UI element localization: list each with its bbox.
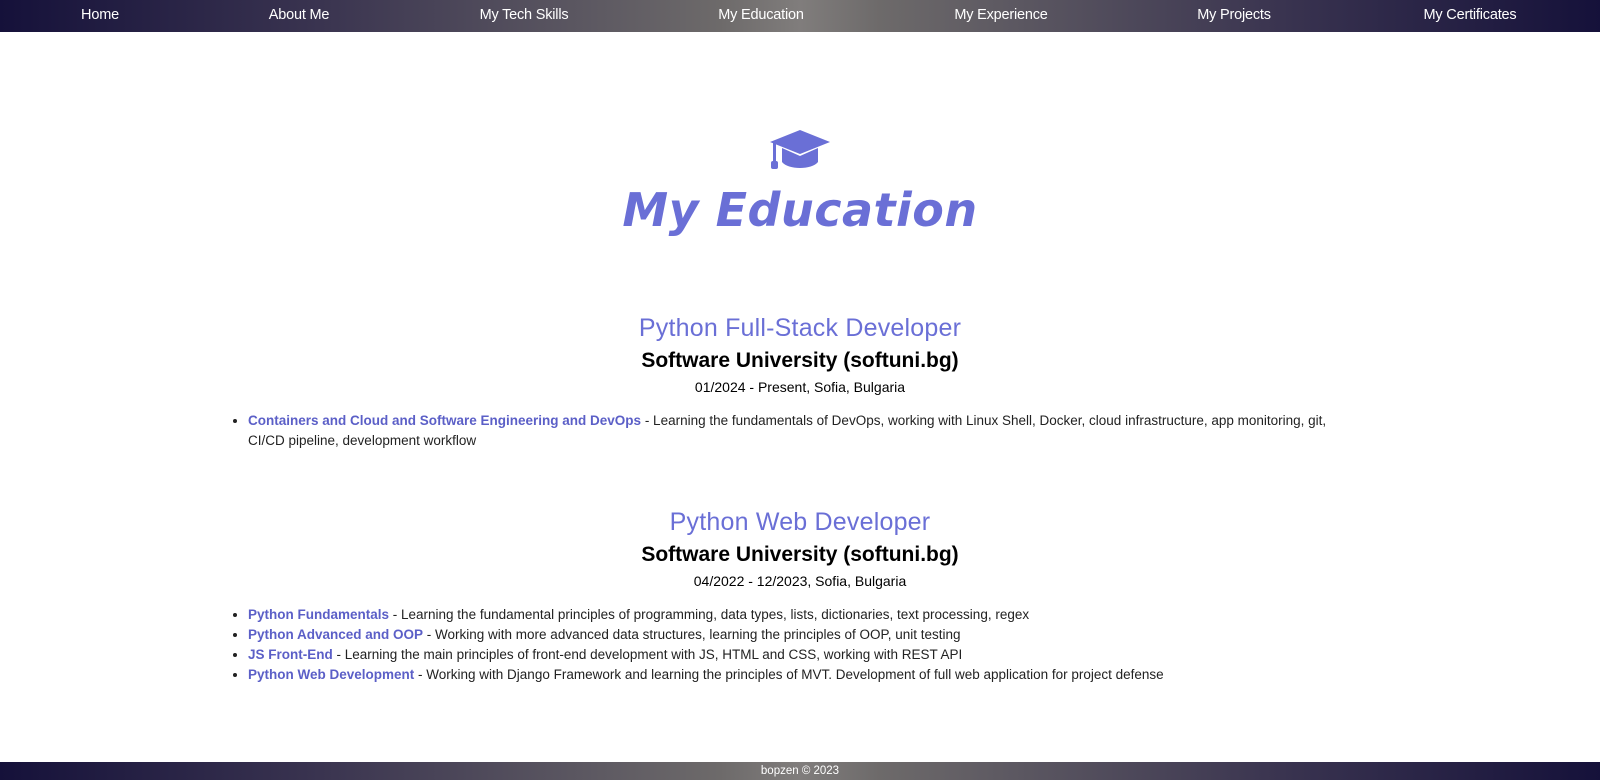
school-name: Software University (softuni.bg) [641, 349, 959, 372]
graduation-cap-icon [770, 130, 830, 169]
course-name: Python Fundamentals [248, 607, 390, 622]
course-description: - Working with Django Framework and lear… [414, 667, 1164, 682]
nav-certificates-link[interactable]: My Certificates [1424, 0, 1517, 32]
school-name: Software University (softuni.bg) [641, 543, 959, 566]
program-dates: 04/2022 - 12/2023, Sofia, Bulgaria [693, 573, 907, 589]
nav-tech-skills-link[interactable]: My Tech Skills [480, 0, 569, 32]
footer: bopzen © 2023 [0, 762, 1600, 780]
nav-about-me-link[interactable]: About Me [269, 0, 330, 32]
top-navbar: Home About Me My Tech Skills My Educatio… [0, 0, 1600, 32]
nav-education-link[interactable]: My Education [718, 0, 804, 32]
course-description: - Working with more advanced data struct… [423, 627, 961, 642]
nav-projects-link[interactable]: My Projects [1197, 0, 1271, 32]
list-item: Python Fundamentals - Learning the funda… [248, 605, 1358, 625]
course-description: - Learning the fundamental principles of… [389, 607, 1030, 622]
list-item: Python Web Development - Working with Dj… [248, 665, 1358, 685]
list-item: Containers and Cloud and Software Engine… [248, 411, 1358, 451]
list-item: Python Advanced and OOP - Working with m… [248, 625, 1358, 645]
course-list: Python Fundamentals - Learning the funda… [230, 605, 1358, 685]
program-title: Python Web Developer [669, 508, 931, 536]
program-title: Python Full-Stack Developer [638, 314, 962, 342]
program-dates: 01/2024 - Present, Sofia, Bulgaria [694, 379, 906, 395]
course-name: Containers and Cloud and Software Engine… [248, 413, 642, 428]
course-description: - Learning the main principles of front-… [332, 647, 963, 662]
list-item: JS Front-End - Learning the main princip… [248, 645, 1358, 665]
course-name: Python Web Development [248, 667, 415, 682]
course-list: Containers and Cloud and Software Engine… [230, 411, 1358, 451]
footer-copyright: bopzen © 2023 [760, 765, 840, 777]
nav-experience-link[interactable]: My Experience [954, 0, 1048, 32]
nav-home-link[interactable]: Home [81, 0, 119, 32]
course-name: JS Front-End [248, 647, 333, 662]
course-name: Python Advanced and OOP [248, 627, 424, 642]
page-title: My Education [622, 183, 978, 237]
